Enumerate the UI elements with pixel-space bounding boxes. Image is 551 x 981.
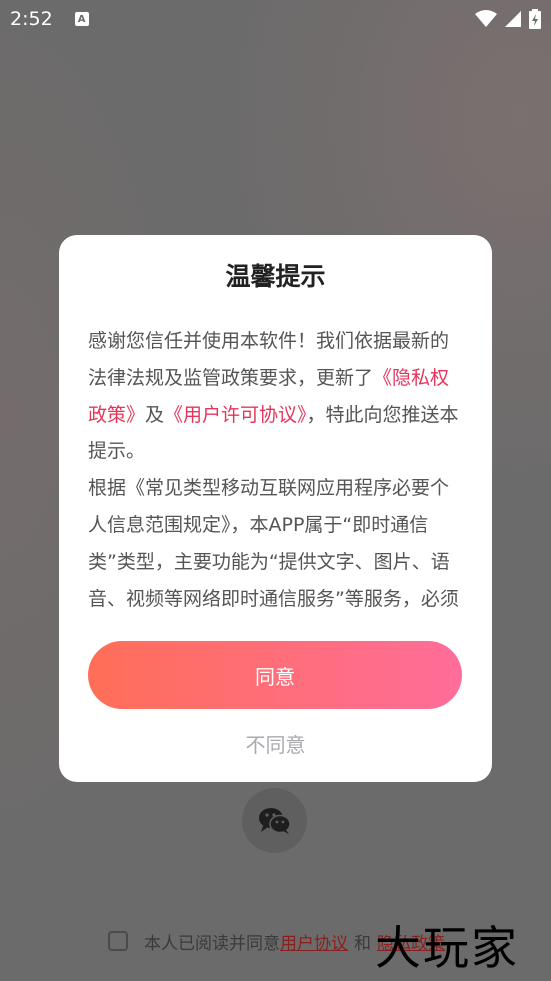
signal-icon <box>505 11 521 27</box>
a-icon: A <box>74 12 89 26</box>
agreement-checkbox[interactable] <box>108 931 128 951</box>
agreement-and: 和 <box>354 933 371 954</box>
status-time: 2:52 <box>10 8 53 30</box>
status-icons <box>475 9 541 29</box>
wechat-login-button[interactable] <box>242 788 307 853</box>
privacy-dialog: 温馨提示 感谢您信任并使用本软件！我们依据最新的法律法规及监管政策要求，更新了《… <box>59 235 492 782</box>
user-agreement-link-bottom[interactable]: 用户协议 <box>280 929 348 954</box>
disagree-button[interactable]: 不同意 <box>59 729 492 758</box>
agree-button[interactable]: 同意 <box>88 641 462 709</box>
agreement-text: 本人已阅读并同意 <box>144 933 280 954</box>
wifi-icon <box>475 10 497 27</box>
status-bar: 2:52 A <box>0 0 551 38</box>
watermark: 大玩家 <box>375 921 519 975</box>
user-agreement-link[interactable]: 《用户许可协议》 <box>164 404 307 426</box>
dialog-body[interactable]: 感谢您信任并使用本软件！我们依据最新的法律法规及监管政策要求，更新了《隐私权政策… <box>88 323 466 620</box>
wechat-icon <box>258 807 291 834</box>
body-text-and: 及 <box>145 403 165 426</box>
body-text-3: 根据《常见类型移动互联网应用程序必要个人信息范围规定》，本APP属于“即时通信类… <box>88 477 459 610</box>
dialog-title: 温馨提示 <box>225 262 326 291</box>
battery-icon <box>529 9 541 29</box>
